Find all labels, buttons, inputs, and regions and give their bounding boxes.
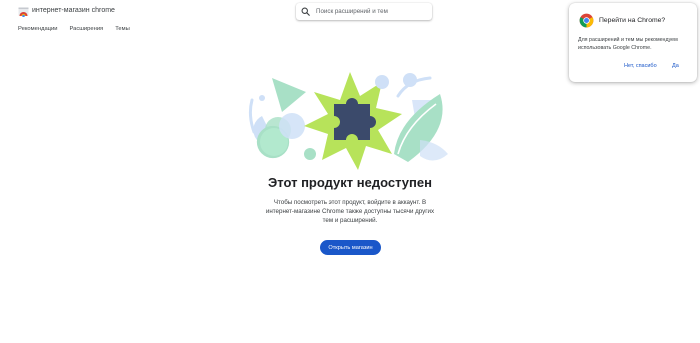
page-title: Этот продукт недоступен <box>268 175 432 190</box>
chrome-web-store-icon[interactable] <box>18 6 29 17</box>
store-brand-title[interactable]: интернет-магазин chrome <box>32 7 115 14</box>
open-store-button[interactable]: Открыть магазин <box>320 240 381 255</box>
nav-item-extensions[interactable]: Расширения <box>69 26 103 34</box>
unavailable-description: Чтобы посмотреть этот продукт, войдите в… <box>265 199 435 224</box>
no-thanks-button[interactable]: Нет, спасибо <box>624 63 657 69</box>
chrome-logo-icon <box>579 13 594 28</box>
dialog-text: Для расширений и тем мы рекомендуем испо… <box>578 37 678 51</box>
puzzle-piece-illustration <box>248 72 448 170</box>
switch-to-chrome-dialog: Перейти на Chrome? Для расширений и тем … <box>569 3 697 82</box>
yes-button[interactable]: Да <box>672 63 679 69</box>
category-nav: Рекомендации Расширения Темы <box>18 26 130 34</box>
search-input[interactable] <box>316 5 426 18</box>
dialog-title: Перейти на Chrome? <box>599 17 666 24</box>
nav-item-recommendations[interactable]: Рекомендации <box>18 26 57 34</box>
search-box[interactable] <box>296 3 432 20</box>
nav-item-themes[interactable]: Темы <box>115 26 130 34</box>
search-icon[interactable] <box>301 7 310 16</box>
